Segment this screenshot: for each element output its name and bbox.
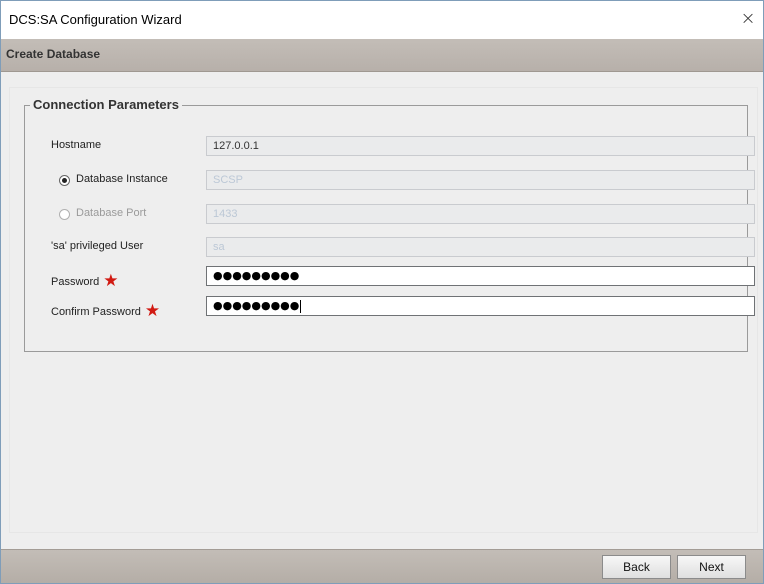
title-bar: DCS:SA Configuration Wizard × <box>1 1 763 39</box>
confirm-password-label-text: Confirm Password <box>51 306 141 318</box>
content-panel: Connection Parameters Hostname 127.0.0.1… <box>9 87 758 533</box>
sa-user-label: 'sa' privileged User <box>51 240 144 252</box>
step-title: Create Database <box>6 47 101 61</box>
window-title: DCS:SA Configuration Wizard <box>9 12 182 27</box>
database-instance-field[interactable]: SCSP <box>206 170 755 190</box>
password-label-text: Password <box>51 276 100 288</box>
password-label: Password ★ <box>51 270 119 291</box>
confirm-password-value: ●●●●●●●●● <box>213 299 300 312</box>
connection-parameters-group: Connection Parameters Hostname 127.0.0.1… <box>24 97 755 352</box>
confirm-password-input[interactable]: ●●●●●●●●● <box>206 296 755 316</box>
hostname-label: Hostname <box>51 139 102 151</box>
wizard-window: DCS:SA Configuration Wizard × Create Dat… <box>0 0 764 584</box>
password-input[interactable]: ●●●●●●●●● <box>206 266 755 286</box>
next-button[interactable]: Next <box>677 555 746 579</box>
radio-selected-dot <box>62 178 67 183</box>
wizard-step-header: Create Database <box>1 39 763 72</box>
required-star-icon: ★ <box>144 301 161 321</box>
hostname-field[interactable]: 127.0.0.1 <box>206 136 755 156</box>
confirm-password-label: Confirm Password ★ <box>51 300 161 321</box>
required-star-icon: ★ <box>103 271 119 291</box>
database-port-radio[interactable] <box>59 209 70 220</box>
back-button[interactable]: Back <box>602 555 671 579</box>
sa-user-field[interactable]: sa <box>206 237 755 257</box>
database-port-field[interactable]: 1433 <box>206 204 755 224</box>
text-caret <box>300 299 302 313</box>
database-instance-label: Database Instance <box>76 173 168 185</box>
database-instance-radio[interactable] <box>59 175 70 186</box>
close-icon[interactable]: × <box>735 7 761 33</box>
database-port-label: Database Port <box>76 207 147 219</box>
wizard-footer: Back Next <box>1 549 763 583</box>
group-legend: Connection Parameters <box>30 97 182 112</box>
